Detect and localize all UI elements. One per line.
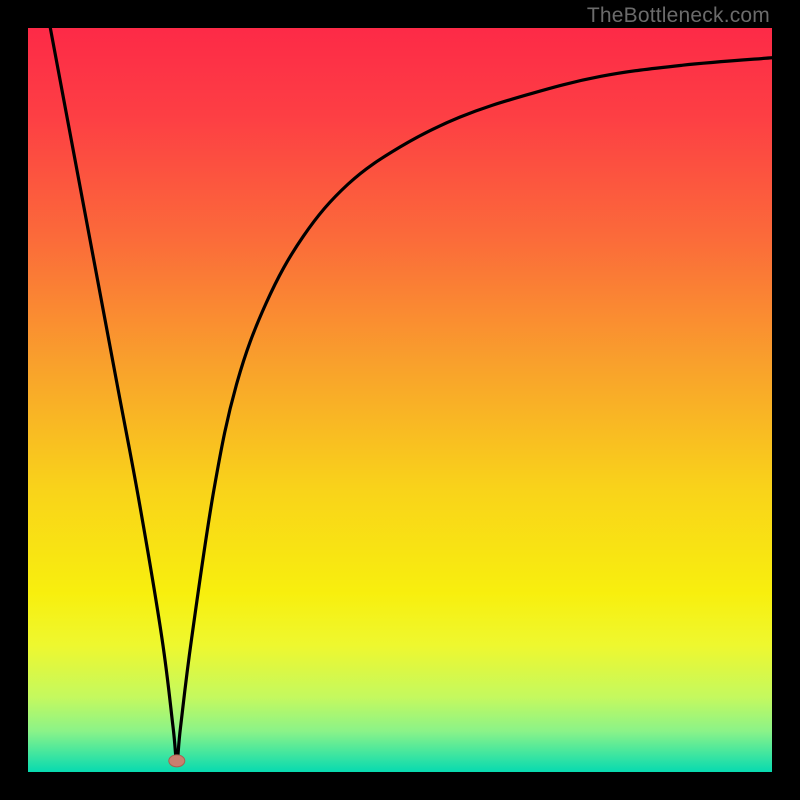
optimum-marker bbox=[169, 755, 185, 767]
plot-area bbox=[28, 28, 772, 772]
watermark-text: TheBottleneck.com bbox=[587, 4, 770, 28]
chart-frame: TheBottleneck.com bbox=[0, 0, 800, 800]
gradient-background bbox=[28, 28, 772, 772]
plot-svg bbox=[28, 28, 772, 772]
